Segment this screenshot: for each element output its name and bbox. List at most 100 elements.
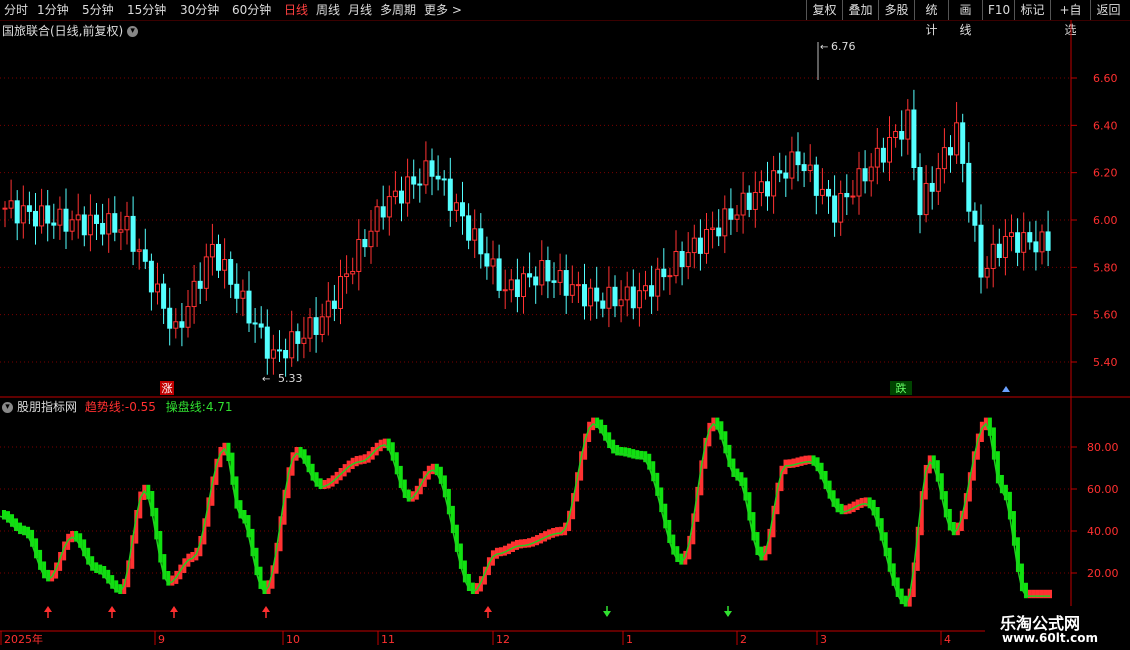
candle-body (14, 200, 20, 224)
oscillator-bar (555, 527, 560, 537)
x-axis-label: 4 (944, 633, 951, 646)
candle-body (155, 283, 160, 293)
candle-body (990, 243, 996, 269)
candle-body (905, 109, 911, 140)
candle-body (51, 222, 57, 226)
candle-body (545, 260, 551, 282)
candle-body (411, 176, 417, 185)
candle-body (362, 238, 368, 248)
buy-arrow-icon (44, 606, 52, 612)
candle-body (228, 259, 234, 285)
candle-body (435, 175, 441, 180)
oscillator-bar (1035, 589, 1040, 599)
candle-body (594, 287, 600, 302)
candle-body (63, 208, 69, 232)
candle-body (246, 290, 252, 324)
oscillator-bar (795, 457, 800, 467)
candle-body (173, 321, 179, 329)
candle-body (179, 321, 185, 328)
candle-body (813, 164, 819, 196)
candle-body (94, 214, 99, 224)
oscillator-bar (1031, 589, 1036, 599)
indicator-tick-label: 20.00 (1087, 567, 1119, 580)
candle-body (283, 350, 289, 359)
candle-body (344, 273, 350, 278)
candle-body (1015, 232, 1021, 253)
high-arrow: ← (820, 42, 828, 53)
candle-body (697, 237, 703, 254)
candle-body (203, 256, 209, 289)
candle-body (966, 162, 972, 212)
candle-body (807, 164, 813, 172)
candle-body (636, 290, 642, 309)
candle-body (222, 259, 228, 271)
buy-arrow-icon (484, 606, 492, 612)
candle-body (716, 227, 722, 237)
op-line-label: 操盘线: (165, 400, 206, 414)
indicator-title: ▾ 股朋指标网 趋势线:-0.55 操盘线:4.71 (2, 398, 233, 415)
candle-body (234, 283, 240, 299)
indicator-tick-label: 80.00 (1087, 441, 1119, 454)
chevron-down-icon[interactable]: ▾ (2, 402, 13, 413)
candle-body (801, 164, 807, 172)
candle-body (148, 260, 154, 293)
candle-body (740, 192, 746, 216)
candle-body (655, 268, 661, 297)
low-arrow: ← (262, 374, 270, 385)
candle-body (984, 267, 990, 278)
candle-body (765, 181, 770, 197)
candle-body (844, 192, 850, 198)
price-tick-label: 5.60 (1093, 309, 1118, 322)
price-tick-label: 5.40 (1093, 356, 1118, 369)
candle-body (8, 200, 14, 209)
oscillator-bar (843, 505, 848, 515)
candle-body (466, 215, 472, 241)
candle-body (39, 205, 45, 227)
candle-body (478, 228, 484, 255)
candle-body (704, 228, 709, 254)
candle-body (1002, 235, 1008, 258)
candle-body (856, 168, 862, 197)
candle-body (20, 205, 26, 224)
candle-body (795, 151, 801, 166)
candle-body (771, 170, 777, 197)
candle-body (710, 227, 716, 230)
candle-body (386, 196, 392, 218)
candle-body (331, 300, 337, 309)
candle-body (240, 290, 246, 299)
candle-body (167, 307, 173, 329)
candle-body (600, 300, 606, 309)
candle-body (899, 131, 905, 140)
candle-body (130, 215, 136, 252)
buy-arrow-icon (262, 606, 270, 612)
candle-body (893, 131, 899, 139)
candle-body (758, 181, 764, 194)
candle-body (502, 289, 508, 292)
candle-body (325, 300, 331, 318)
indicator-tick-label: 40.00 (1087, 525, 1119, 538)
candle-body (264, 326, 270, 359)
candle-body (929, 182, 935, 192)
candle-body (789, 151, 795, 179)
candle-body (521, 273, 526, 298)
oscillator-bar (787, 459, 792, 468)
x-axis-label: 3 (820, 633, 827, 646)
candle-body (948, 147, 953, 156)
candle-body (575, 284, 581, 287)
candle-body (832, 195, 838, 223)
oscillator-bar (430, 463, 435, 475)
watermark-line2: www.60lt.com (1002, 631, 1099, 645)
candle-body (1027, 232, 1033, 243)
candle-body (26, 205, 32, 212)
candle-body (1045, 231, 1051, 251)
candle-body (57, 208, 63, 226)
op-line-value: 4.71 (205, 400, 233, 414)
oscillator-bar (358, 455, 363, 465)
x-axis-label: 2025年 (4, 632, 43, 646)
oscillator-bar (518, 539, 523, 549)
oscillator-bar (859, 497, 864, 508)
price-tick-label: 6.00 (1093, 214, 1118, 227)
candle-body (405, 176, 411, 204)
candle-body (746, 192, 752, 210)
kline-chart[interactable]: 6.606.406.206.005.805.605.40← 6.76← 5.33… (0, 0, 1130, 650)
